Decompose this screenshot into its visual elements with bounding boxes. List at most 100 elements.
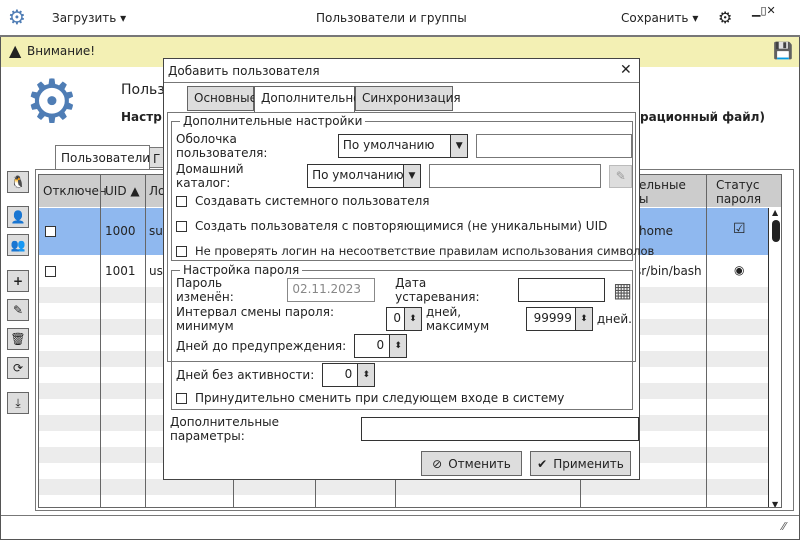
- tab-basic-label: Основные: [194, 91, 258, 105]
- interval-row: Интервал смены пароля: минимум 0 ⬍ дней, …: [176, 305, 632, 333]
- no-check-label: Не проверять логин на несоответствие пра…: [195, 244, 655, 258]
- dialog-tabs: Основные Дополнительно Синхронизация: [187, 86, 487, 113]
- changed-label: Пароль изменён:: [176, 276, 234, 304]
- refresh-icon: ⟳: [12, 361, 24, 375]
- apply-button[interactable]: ✔ Применить: [530, 451, 631, 476]
- header-subtitle: Настр: [121, 110, 162, 124]
- load-menu[interactable]: Загрузить ▾: [52, 11, 126, 25]
- add-button[interactable]: +: [7, 270, 29, 292]
- shell-custom-input[interactable]: [476, 134, 632, 158]
- linux-user-button[interactable]: 🐧: [7, 171, 29, 193]
- days-label: дней.: [596, 312, 632, 326]
- add-user-dialog: Добавить пользователя ✕ Основные Дополни…: [163, 58, 654, 480]
- home-custom-input[interactable]: [428, 164, 602, 188]
- tux-icon: 🐧: [10, 175, 26, 189]
- warn-days-value: 0: [376, 338, 385, 352]
- save-menu[interactable]: Сохранить ▾: [621, 11, 698, 25]
- dup-uid-checkbox[interactable]: [176, 220, 187, 232]
- params-input[interactable]: [360, 417, 639, 441]
- col-shell-2: ы: [639, 192, 649, 206]
- password-group: Настройка пароля Пароль изменён: 02.11.2…: [171, 263, 633, 410]
- spinner-arrows-icon[interactable]: ⬍: [389, 335, 407, 357]
- disabled-checkbox[interactable]: [45, 266, 56, 277]
- users-icon: 👥: [10, 238, 26, 252]
- spinner-arrows-icon[interactable]: ⬍: [357, 364, 375, 386]
- home-select[interactable]: По умолчанию ▼: [307, 164, 421, 188]
- user-card-button[interactable]: 👤: [7, 206, 29, 228]
- col-uid[interactable]: UID ▲: [105, 184, 140, 198]
- tab-basic[interactable]: Основные: [187, 86, 258, 111]
- no-check-checkbox[interactable]: [176, 245, 187, 257]
- scroll-thumb[interactable]: [772, 220, 780, 242]
- save-lock-icon[interactable]: 💾: [773, 41, 793, 60]
- resize-grip-icon[interactable]: ⁄⁄: [782, 520, 786, 533]
- home-label: Домашний каталог:: [176, 162, 244, 190]
- max-days-value: 99999: [533, 311, 572, 325]
- force-change-label: Принудительно сменить при следующем вход…: [195, 391, 565, 405]
- edit-icon: ✎: [615, 169, 626, 183]
- status-divider: [1, 515, 799, 516]
- shell-select[interactable]: По умолчанию ▼: [337, 134, 469, 158]
- spinner-arrows-icon[interactable]: ⬍: [574, 308, 592, 330]
- col-shell[interactable]: ельные: [639, 178, 686, 192]
- close-icon[interactable]: ✕: [620, 62, 632, 78]
- force-change-option[interactable]: Принудительно сменить при следующем вход…: [176, 391, 564, 405]
- column-divider: [145, 175, 146, 507]
- edit-button[interactable]: ✎: [7, 299, 29, 321]
- header-gears-icon: ⚙: [25, 67, 79, 137]
- cancel-button[interactable]: ⊘ Отменить: [421, 451, 522, 476]
- app-gears-icon: ⚙: [8, 5, 26, 29]
- table-scrollbar[interactable]: ▲ ▼: [768, 208, 781, 507]
- shell-row: Оболочка пользователя: По умолчанию ▼: [176, 132, 632, 160]
- settings-gear-icon[interactable]: ⚙: [718, 8, 732, 27]
- inactive-days-spinner[interactable]: 0 ⬍: [322, 363, 376, 387]
- min-days-spinner[interactable]: 0 ⬍: [385, 307, 422, 331]
- dialog-title: Добавить пользователя: [168, 64, 320, 78]
- interval-label: Интервал смены пароля: минимум: [176, 305, 334, 333]
- system-user-checkbox[interactable]: [176, 195, 187, 207]
- download-button[interactable]: ⤓: [7, 392, 29, 414]
- login-cell: su: [149, 224, 163, 238]
- table-row-stripe: [39, 479, 781, 495]
- scroll-up-icon[interactable]: ▲: [772, 208, 778, 217]
- expire-input[interactable]: [517, 278, 606, 302]
- system-user-option[interactable]: Создавать системного пользователя: [176, 194, 429, 208]
- changed-value: 02.11.2023: [292, 282, 362, 296]
- chevron-down-icon: ▼: [450, 135, 468, 157]
- edit-home-button[interactable]: ✎: [609, 164, 633, 188]
- spinner-arrows-icon[interactable]: ⬍: [403, 308, 421, 330]
- header-title: Польз: [121, 82, 165, 98]
- force-change-checkbox[interactable]: [176, 392, 187, 404]
- groups-button[interactable]: 👥: [7, 234, 29, 256]
- header-subtitle-tail: рационный файл): [640, 110, 765, 124]
- shell-label: Оболочка пользователя:: [176, 132, 268, 160]
- window-controls[interactable]: ▁▯✕: [752, 4, 776, 17]
- edit-icon: ✎: [12, 303, 24, 317]
- col-disabled[interactable]: Отключен: [43, 184, 107, 198]
- dialog-titlebar: Добавить пользователя ✕: [164, 59, 639, 83]
- scroll-down-icon[interactable]: ▼: [772, 500, 778, 507]
- warn-label: Дней до предупреждения:: [176, 339, 347, 353]
- calendar-icon[interactable]: ▦: [613, 278, 632, 302]
- tab-users[interactable]: Пользователи: [55, 145, 150, 170]
- max-days-spinner[interactable]: 99999 ⬍: [525, 307, 593, 331]
- tab-advanced[interactable]: Дополнительно: [254, 86, 361, 113]
- warn-days-spinner[interactable]: 0 ⬍: [354, 334, 408, 358]
- refresh-button[interactable]: ⟳: [7, 357, 29, 379]
- delete-button[interactable]: 🗑: [7, 328, 29, 350]
- load-label: Загрузить: [52, 11, 117, 25]
- chevron-down-icon: ▼: [402, 165, 420, 187]
- apply-label: Применить: [553, 456, 624, 471]
- check-icon: ✔: [537, 456, 548, 471]
- disabled-checkbox[interactable]: [45, 226, 56, 237]
- checked-icon: ☑: [733, 221, 746, 237]
- warning-text: Внимание!: [27, 44, 96, 58]
- changed-row: Пароль изменён: 02.11.2023 Дата устарева…: [176, 276, 632, 304]
- dup-uid-option[interactable]: Создать пользователя с повторяющимися (н…: [176, 219, 607, 233]
- warning-icon: ▲: [9, 41, 22, 60]
- shell-cell: home: [639, 224, 674, 238]
- no-check-option[interactable]: Не проверять логин на несоответствие пра…: [176, 244, 654, 258]
- tab-sync[interactable]: Синхронизация: [355, 86, 461, 111]
- col-password-status[interactable]: Статус пароля: [716, 178, 766, 206]
- title-bar: ⚙ Загрузить ▾ Пользователи и группы Сохр…: [0, 0, 800, 37]
